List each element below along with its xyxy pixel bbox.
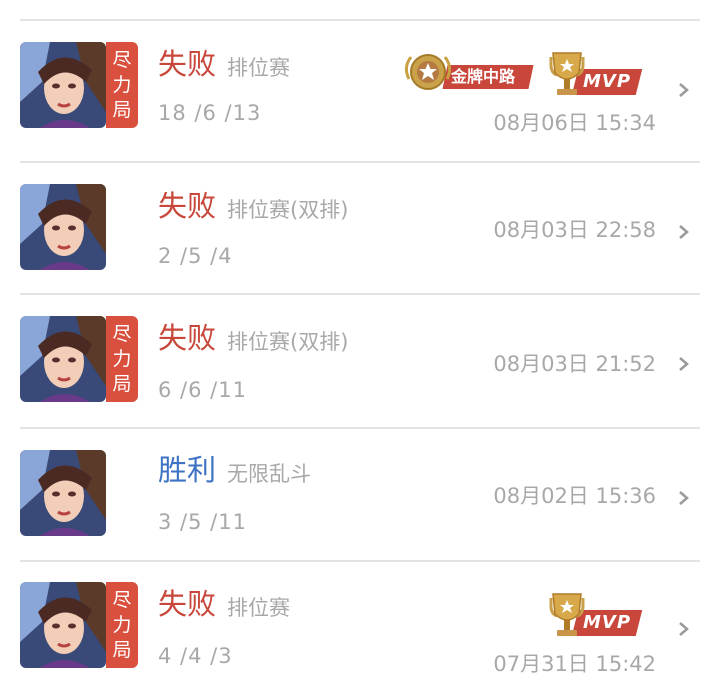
chevron-right-icon xyxy=(679,225,689,239)
hero-avatar xyxy=(20,184,106,270)
match-row[interactable]: 胜利 无限乱斗 3 /5 /11 08月02日 15:36 xyxy=(0,429,719,561)
match-result: 失败 xyxy=(158,587,217,621)
match-result: 胜利 xyxy=(158,453,217,487)
kda: 2 /5 /4 xyxy=(158,244,233,268)
best-effort-badge: 尽 力 局 xyxy=(106,582,138,668)
gold-medal-badge: 金牌中路 xyxy=(403,49,537,95)
hero-avatar xyxy=(20,316,106,402)
game-mode: 排位赛 xyxy=(227,596,290,620)
kda: 6 /6 /11 xyxy=(158,378,247,402)
match-time: 07月31日 15:42 xyxy=(493,652,656,676)
chevron-right-icon xyxy=(679,357,689,371)
match-row[interactable]: 尽 力 局 失败 排位赛(双排) 6 /6 /11 08月03日 21:52 xyxy=(0,295,719,427)
mvp-label: MVP xyxy=(583,612,632,633)
chevron-right-icon xyxy=(679,491,689,505)
mvp-trophy-icon xyxy=(549,52,585,95)
gold-medal-label-bg: 金牌中路 xyxy=(442,65,534,89)
mvp-label: MVP xyxy=(583,71,632,92)
match-result: 失败 xyxy=(158,189,217,223)
game-mode: 排位赛(双排) xyxy=(227,330,349,354)
kda: 4 /4 /3 xyxy=(158,644,233,668)
mvp-badge: MVP xyxy=(545,51,643,103)
match-row[interactable]: 尽 力 局 失败 排位赛 4 /4 /3 MVP 07月31日 15:42 xyxy=(0,562,719,694)
mvp-badge: MVP xyxy=(545,592,643,644)
chevron-right-icon xyxy=(679,83,689,97)
game-mode: 无限乱斗 xyxy=(227,462,311,486)
gold-medal-icon xyxy=(404,54,452,90)
match-time: 08月02日 15:36 xyxy=(493,484,656,508)
game-mode: 排位赛 xyxy=(227,56,290,80)
match-time: 08月06日 15:34 xyxy=(493,111,656,135)
game-mode: 排位赛(双排) xyxy=(227,198,349,222)
kda: 18 /6 /13 xyxy=(158,101,262,125)
chevron-right-icon xyxy=(679,622,689,636)
hero-avatar xyxy=(20,450,106,536)
match-row[interactable]: 失败 排位赛(双排) 2 /5 /4 08月03日 22:58 xyxy=(0,163,719,295)
kda: 3 /5 /11 xyxy=(158,510,247,534)
match-result: 失败 xyxy=(158,321,217,355)
hero-avatar xyxy=(20,42,106,128)
mvp-trophy-icon xyxy=(549,593,585,636)
match-result: 失败 xyxy=(158,47,217,81)
match-row[interactable]: 尽 力 局 失败 排位赛 18 /6 /13 金牌中路 MVP 08月06日 1… xyxy=(0,21,719,153)
match-time: 08月03日 22:58 xyxy=(493,218,656,242)
hero-avatar xyxy=(20,582,106,668)
match-time: 08月03日 21:52 xyxy=(493,352,656,376)
best-effort-badge: 尽 力 局 xyxy=(106,316,138,402)
best-effort-badge: 尽 力 局 xyxy=(106,42,138,128)
gold-medal-label: 金牌中路 xyxy=(451,67,516,86)
